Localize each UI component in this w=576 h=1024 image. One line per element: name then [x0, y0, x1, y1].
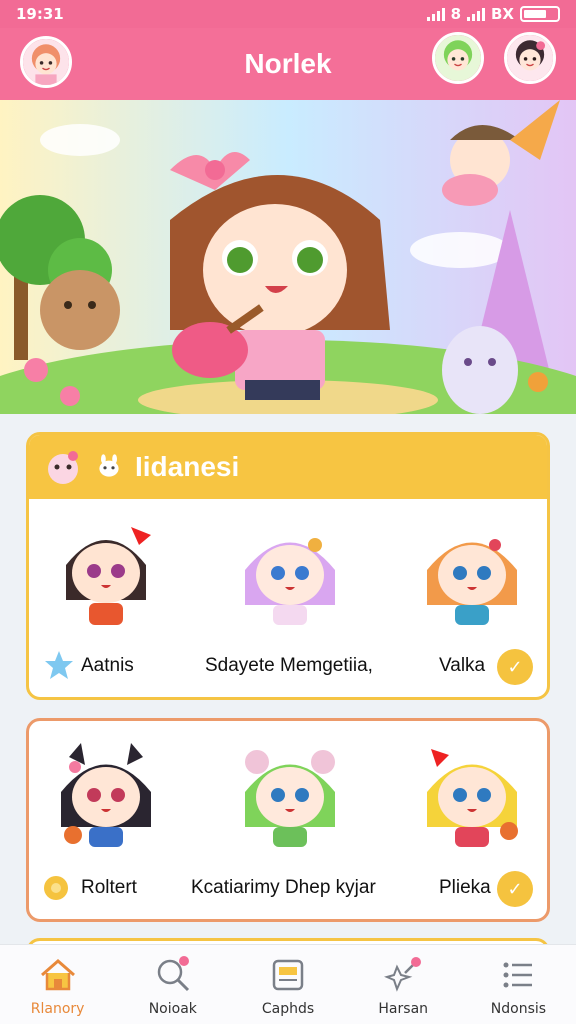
- character-avatar-plieka[interactable]: [417, 737, 527, 849]
- character-list-card: Roltert Kcatiarimy Dhep kyjar Plieka ✓: [26, 718, 550, 922]
- app-header: Norlek: [0, 28, 576, 100]
- section-header: Iidanesi: [29, 435, 547, 499]
- status-bar: 19:31 8 BX: [0, 0, 576, 28]
- section-title: Iidanesi: [135, 451, 240, 482]
- signal-icon-2: [467, 7, 485, 21]
- nav-item-search[interactable]: Noioak: [115, 945, 230, 1024]
- character-name: Kcatiarimy Dhep kyjar: [191, 877, 376, 898]
- nav-item-home[interactable]: Rlanory: [0, 945, 115, 1024]
- character-name: Plieka: [439, 877, 491, 898]
- nav-item-magic[interactable]: Harsan: [346, 945, 461, 1024]
- status-network-text: 8: [450, 5, 461, 23]
- nav-label: Rlanory: [30, 1001, 85, 1017]
- cards-icon: [272, 959, 304, 991]
- app-title: Norlek: [244, 48, 332, 79]
- status-indicators: 8 BX: [426, 5, 560, 23]
- star-icon: [45, 651, 73, 679]
- pink-creature-icon: [48, 451, 78, 484]
- character-row-2: Roltert Kcatiarimy Dhep kyjar Plieka ✓: [29, 721, 547, 919]
- select-check-button[interactable]: ✓: [497, 649, 533, 685]
- magic-wand-icon: [384, 957, 422, 992]
- character-avatar-valka[interactable]: [417, 515, 527, 627]
- friend-avatar-1[interactable]: [432, 32, 484, 84]
- character-avatar-sdayete[interactable]: [235, 515, 345, 627]
- menu-list-icon: [503, 962, 533, 988]
- character-name: Valka: [439, 655, 486, 676]
- profile-avatar[interactable]: [20, 36, 72, 88]
- status-battery-text: BX: [491, 5, 514, 23]
- nav-label: Caphds: [261, 1001, 315, 1017]
- bunny-icon: [99, 454, 119, 477]
- home-icon: [40, 959, 75, 991]
- character-row-1: Aatnis Sdayete Memgetiia, Valka ✓: [29, 499, 547, 697]
- nav-item-menu[interactable]: Ndonsis: [461, 945, 576, 1024]
- flower-badge-icon: [44, 876, 68, 900]
- character-name: Aatnis: [81, 655, 134, 676]
- character-avatar-aatnis[interactable]: [51, 515, 161, 627]
- nav-item-cards[interactable]: Caphds: [230, 945, 345, 1024]
- nav-label: Ndonsis: [490, 1001, 547, 1017]
- character-name: Roltert: [81, 877, 137, 898]
- search-icon: [157, 956, 189, 992]
- status-time: 19:31: [16, 5, 64, 23]
- character-name: Sdayete Memgetiia,: [205, 655, 373, 676]
- hero-illustration: [0, 100, 576, 414]
- friend-avatar-2[interactable]: [504, 32, 556, 84]
- select-check-button[interactable]: ✓: [497, 871, 533, 907]
- character-avatar-roltert[interactable]: [51, 737, 161, 849]
- nav-label: Harsan: [378, 1001, 429, 1017]
- character-avatar-kcatiarimy[interactable]: [235, 737, 345, 849]
- bottom-navigation: Rlanory Noioak Caphds Harsan Ndonsis: [0, 944, 576, 1024]
- character-section-card: Iidanesi Aatnis Sdayete Memgetiia, Valka…: [26, 432, 550, 700]
- hero-banner[interactable]: [0, 100, 576, 414]
- nav-label: Noioak: [148, 1001, 197, 1017]
- signal-icon: [426, 7, 445, 21]
- battery-icon: [520, 6, 560, 22]
